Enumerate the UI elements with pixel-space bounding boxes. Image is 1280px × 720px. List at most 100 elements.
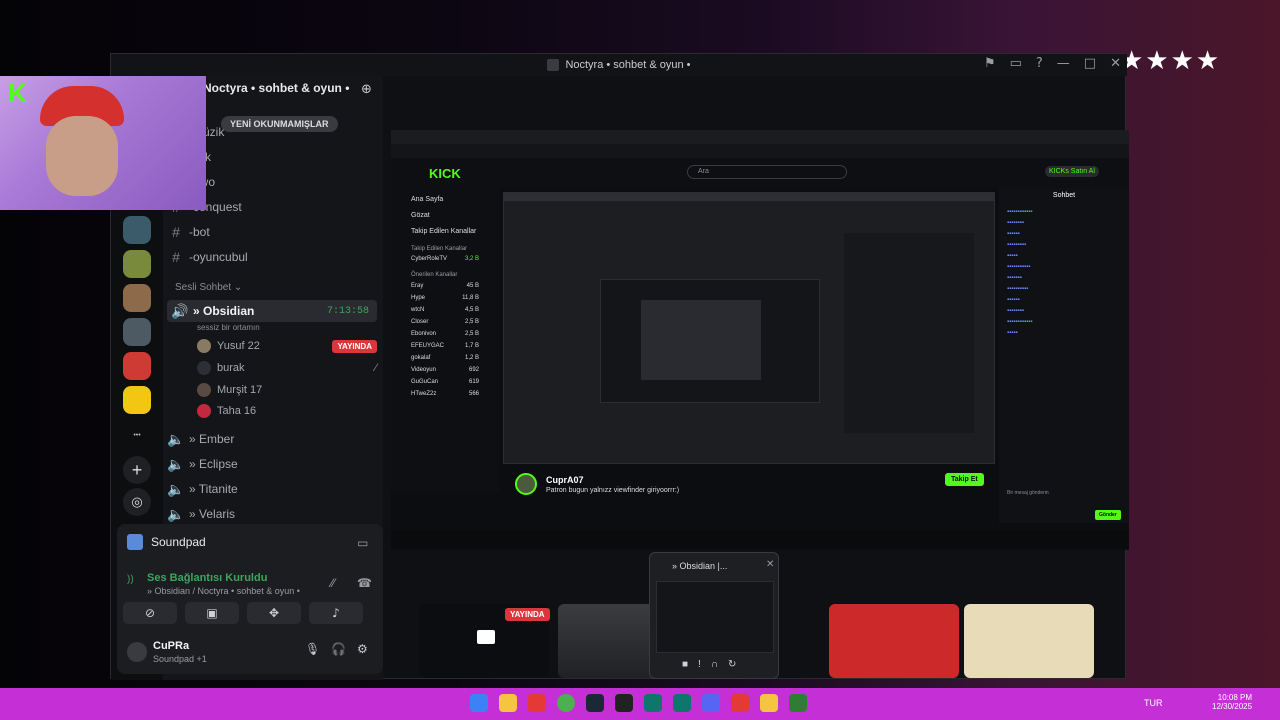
file-explorer-icon[interactable] <box>499 694 517 712</box>
rating-stars: ★★★★ <box>1120 46 1222 76</box>
stream-title: Patron bugun yalnızz viewfinder giriyoor… <box>546 487 680 494</box>
maximize-button[interactable]: □ <box>1084 56 1096 71</box>
server-icon[interactable] <box>123 318 151 346</box>
stream-thumb[interactable]: YAYINDA <box>419 604 550 678</box>
soundboard-button[interactable]: ♪ <box>309 602 363 624</box>
stream-thumb[interactable] <box>964 604 1094 678</box>
face <box>46 116 118 196</box>
voice-channel-ember[interactable]: 🔈» Ember <box>163 428 373 450</box>
mic-icon[interactable]: 🎙 <box>305 642 320 656</box>
nav-following[interactable]: Takip Edilen Kanallar <box>411 224 479 240</box>
channel-row[interactable]: Closer 2,5 B <box>411 316 479 328</box>
channel-row[interactable]: gokalaf 1,2 B <box>411 352 479 364</box>
clock[interactable]: 10:08 PM 12/30/2025 <box>1212 693 1252 711</box>
channel-row[interactable]: Ebonivon 2,5 B <box>411 328 479 340</box>
camera-off-button[interactable]: ⊘ <box>123 602 177 624</box>
media-icon[interactable] <box>731 694 749 712</box>
channel-oyuncubul[interactable]: # -oyuncubul <box>163 246 373 268</box>
avatar[interactable] <box>127 642 147 662</box>
app-icon[interactable] <box>644 694 662 712</box>
close-button[interactable]: ✕ <box>1110 56 1121 71</box>
channel-row[interactable]: Hype 11,8 B <box>411 292 479 304</box>
live-badge: YAYINDA <box>332 339 377 353</box>
connection-status[interactable]: Ses Bağlantısı Kuruldu <box>147 572 267 584</box>
screen-share-button[interactable]: ▣ <box>185 602 239 624</box>
server-name[interactable]: Noctyra • sohbet & oyun • <box>203 81 349 95</box>
search-input[interactable]: Ara <box>687 165 847 179</box>
voice-user[interactable]: Taha 16 <box>197 402 256 420</box>
channel-row[interactable]: EFEUYGAC 1,7 B <box>411 340 479 352</box>
noise-icon[interactable]: ⁄⁄ <box>331 576 335 590</box>
chrome-icon[interactable] <box>557 694 575 712</box>
stream-thumb[interactable] <box>829 604 959 678</box>
server-icon[interactable] <box>123 284 151 312</box>
server-icon[interactable] <box>123 352 151 380</box>
kick-sidebar: Ana Sayfa Gözat Takip Edilen Kanallar Ta… <box>391 188 499 493</box>
voice-category[interactable]: Sesli Sohbet ⌄ <box>175 282 242 293</box>
voice-user[interactable]: Murşit 17 <box>197 381 262 399</box>
mic-icon[interactable]: ! <box>698 659 701 670</box>
app-icon[interactable] <box>673 694 691 712</box>
headphones-icon[interactable]: 🎧 <box>331 642 346 656</box>
server-icon[interactable] <box>123 250 151 278</box>
voice-user[interactable]: Yusuf 22 YAYINDA <box>197 337 377 355</box>
stream-popup[interactable]: » Obsidian |... ✕ ■ ! ∩ ↻ <box>649 552 779 679</box>
add-server-icon[interactable]: + <box>123 456 151 484</box>
stream-view[interactable]: KICK Ara KICKs Satın Al Ana Sayfa Gözat … <box>391 130 1129 550</box>
youtube-icon[interactable] <box>528 694 546 712</box>
channel-row[interactable]: Eray 45 B <box>411 280 479 292</box>
headphones-icon[interactable]: ∩ <box>711 659 718 670</box>
screen-icon[interactable]: ▭ <box>1010 56 1022 71</box>
help-icon[interactable]: ? <box>1036 56 1043 71</box>
channel-row[interactable]: HTweZ2z 566 <box>411 388 479 400</box>
streamer-avatar[interactable] <box>515 473 537 495</box>
chat-messages: ▪▪▪▪▪▪▪▪▪▪▪▪ ▪▪▪▪▪▪▪▪ ▪▪▪▪▪▪ ▪▪▪▪▪▪▪▪▪ ▪▪▪▪▪… <box>1007 209 1033 336</box>
channel-bot[interactable]: # -bot <box>163 221 373 243</box>
obs-icon[interactable] <box>615 694 633 712</box>
voice-channel-eclipse[interactable]: 🔈» Eclipse <box>163 453 373 475</box>
voice-channel-obsidian[interactable]: 🔊 » Obsidian 7:13:58 <box>167 300 377 322</box>
discover-icon[interactable]: ◎ <box>123 488 151 516</box>
activity-button[interactable]: ▭ <box>357 536 368 550</box>
server-icon[interactable] <box>123 386 151 414</box>
activity-row[interactable]: Soundpad <box>127 534 206 550</box>
app-icon[interactable] <box>789 694 807 712</box>
channel-row[interactable]: GuGuCan 619 <box>411 376 479 388</box>
camera-icon[interactable]: ■ <box>682 659 688 670</box>
settings-icon[interactable]: ⚙ <box>357 642 368 656</box>
kick-video-player[interactable] <box>503 192 995 464</box>
nav-browse[interactable]: Gözat <box>411 208 479 224</box>
streamer-name[interactable]: CuprA07 <box>546 475 584 485</box>
app-icon <box>547 59 560 71</box>
server-icon[interactable]: ••• <box>123 422 151 450</box>
activities-button[interactable]: ✥ <box>247 602 301 624</box>
steam-icon[interactable] <box>586 694 604 712</box>
inbox-icon[interactable]: ⚑ <box>984 56 996 71</box>
kick-logo: KICK <box>429 166 461 181</box>
start-icon[interactable] <box>470 694 488 712</box>
refresh-icon[interactable]: ↻ <box>728 659 736 670</box>
channel-row[interactable]: CyberRoleTV 3,2 B <box>391 254 499 264</box>
add-member-icon[interactable]: ⊕ <box>361 82 372 97</box>
follow-button[interactable]: Takip Et <box>945 473 984 486</box>
chat-input[interactable]: Bir mesaj gönderin <box>1007 490 1119 500</box>
voice-channel-velaris[interactable]: 🔈» Velaris <box>163 503 373 525</box>
discord-icon[interactable] <box>702 694 720 712</box>
nested-stream-inner <box>641 300 761 380</box>
minimize-button[interactable]: — <box>1057 56 1070 71</box>
voice-channel-titanite[interactable]: 🔈» Titanite <box>163 478 373 500</box>
close-icon[interactable]: ✕ <box>766 559 774 570</box>
nav-home[interactable]: Ana Sayfa <box>411 192 479 208</box>
voice-status: sessiz bir ortamın <box>197 323 260 332</box>
nested-browser-bar <box>504 193 994 201</box>
channel-row[interactable]: Videoyun 692 <box>411 364 479 376</box>
voice-user[interactable]: burak ⁄ <box>197 359 377 377</box>
language-indicator[interactable]: TUR <box>1144 698 1163 708</box>
rockstar-icon[interactable] <box>760 694 778 712</box>
send-button[interactable]: Gönder <box>1095 510 1121 520</box>
server-icon[interactable] <box>123 216 151 244</box>
buy-kicks-button[interactable]: KICKs Satın Al <box>1045 166 1099 177</box>
disconnect-icon[interactable]: ☎ <box>357 576 372 590</box>
window-title: Noctyra • sohbet & oyun • <box>565 59 691 71</box>
channel-row[interactable]: wtcN 4,5 B <box>411 304 479 316</box>
